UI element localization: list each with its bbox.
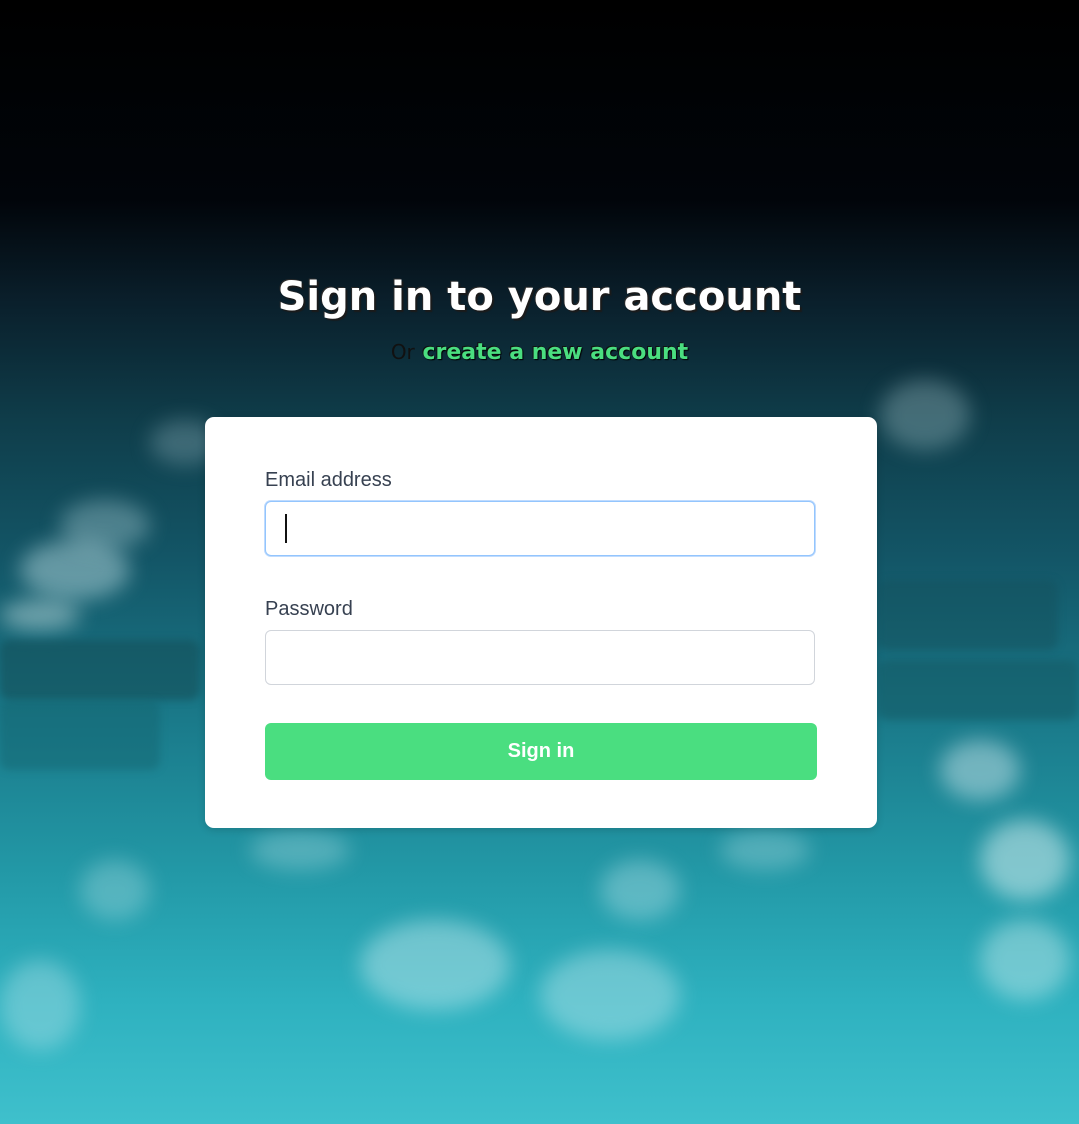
- sign-in-button[interactable]: Sign in: [265, 723, 817, 780]
- login-page: Sign in to your account Or create a new …: [0, 0, 1079, 1124]
- signup-prompt: Or create a new account: [0, 340, 1079, 365]
- signup-prompt-prefix: Or: [390, 340, 415, 364]
- password-field[interactable]: [265, 630, 815, 685]
- email-field[interactable]: [265, 501, 815, 556]
- password-label: Password: [265, 598, 353, 620]
- signin-form-card: Email address Password Sign in: [205, 417, 877, 828]
- create-account-link[interactable]: create a new account: [422, 340, 688, 365]
- email-label: Email address: [265, 469, 392, 491]
- text-cursor: [285, 514, 287, 543]
- page-title: Sign in to your account: [277, 274, 802, 320]
